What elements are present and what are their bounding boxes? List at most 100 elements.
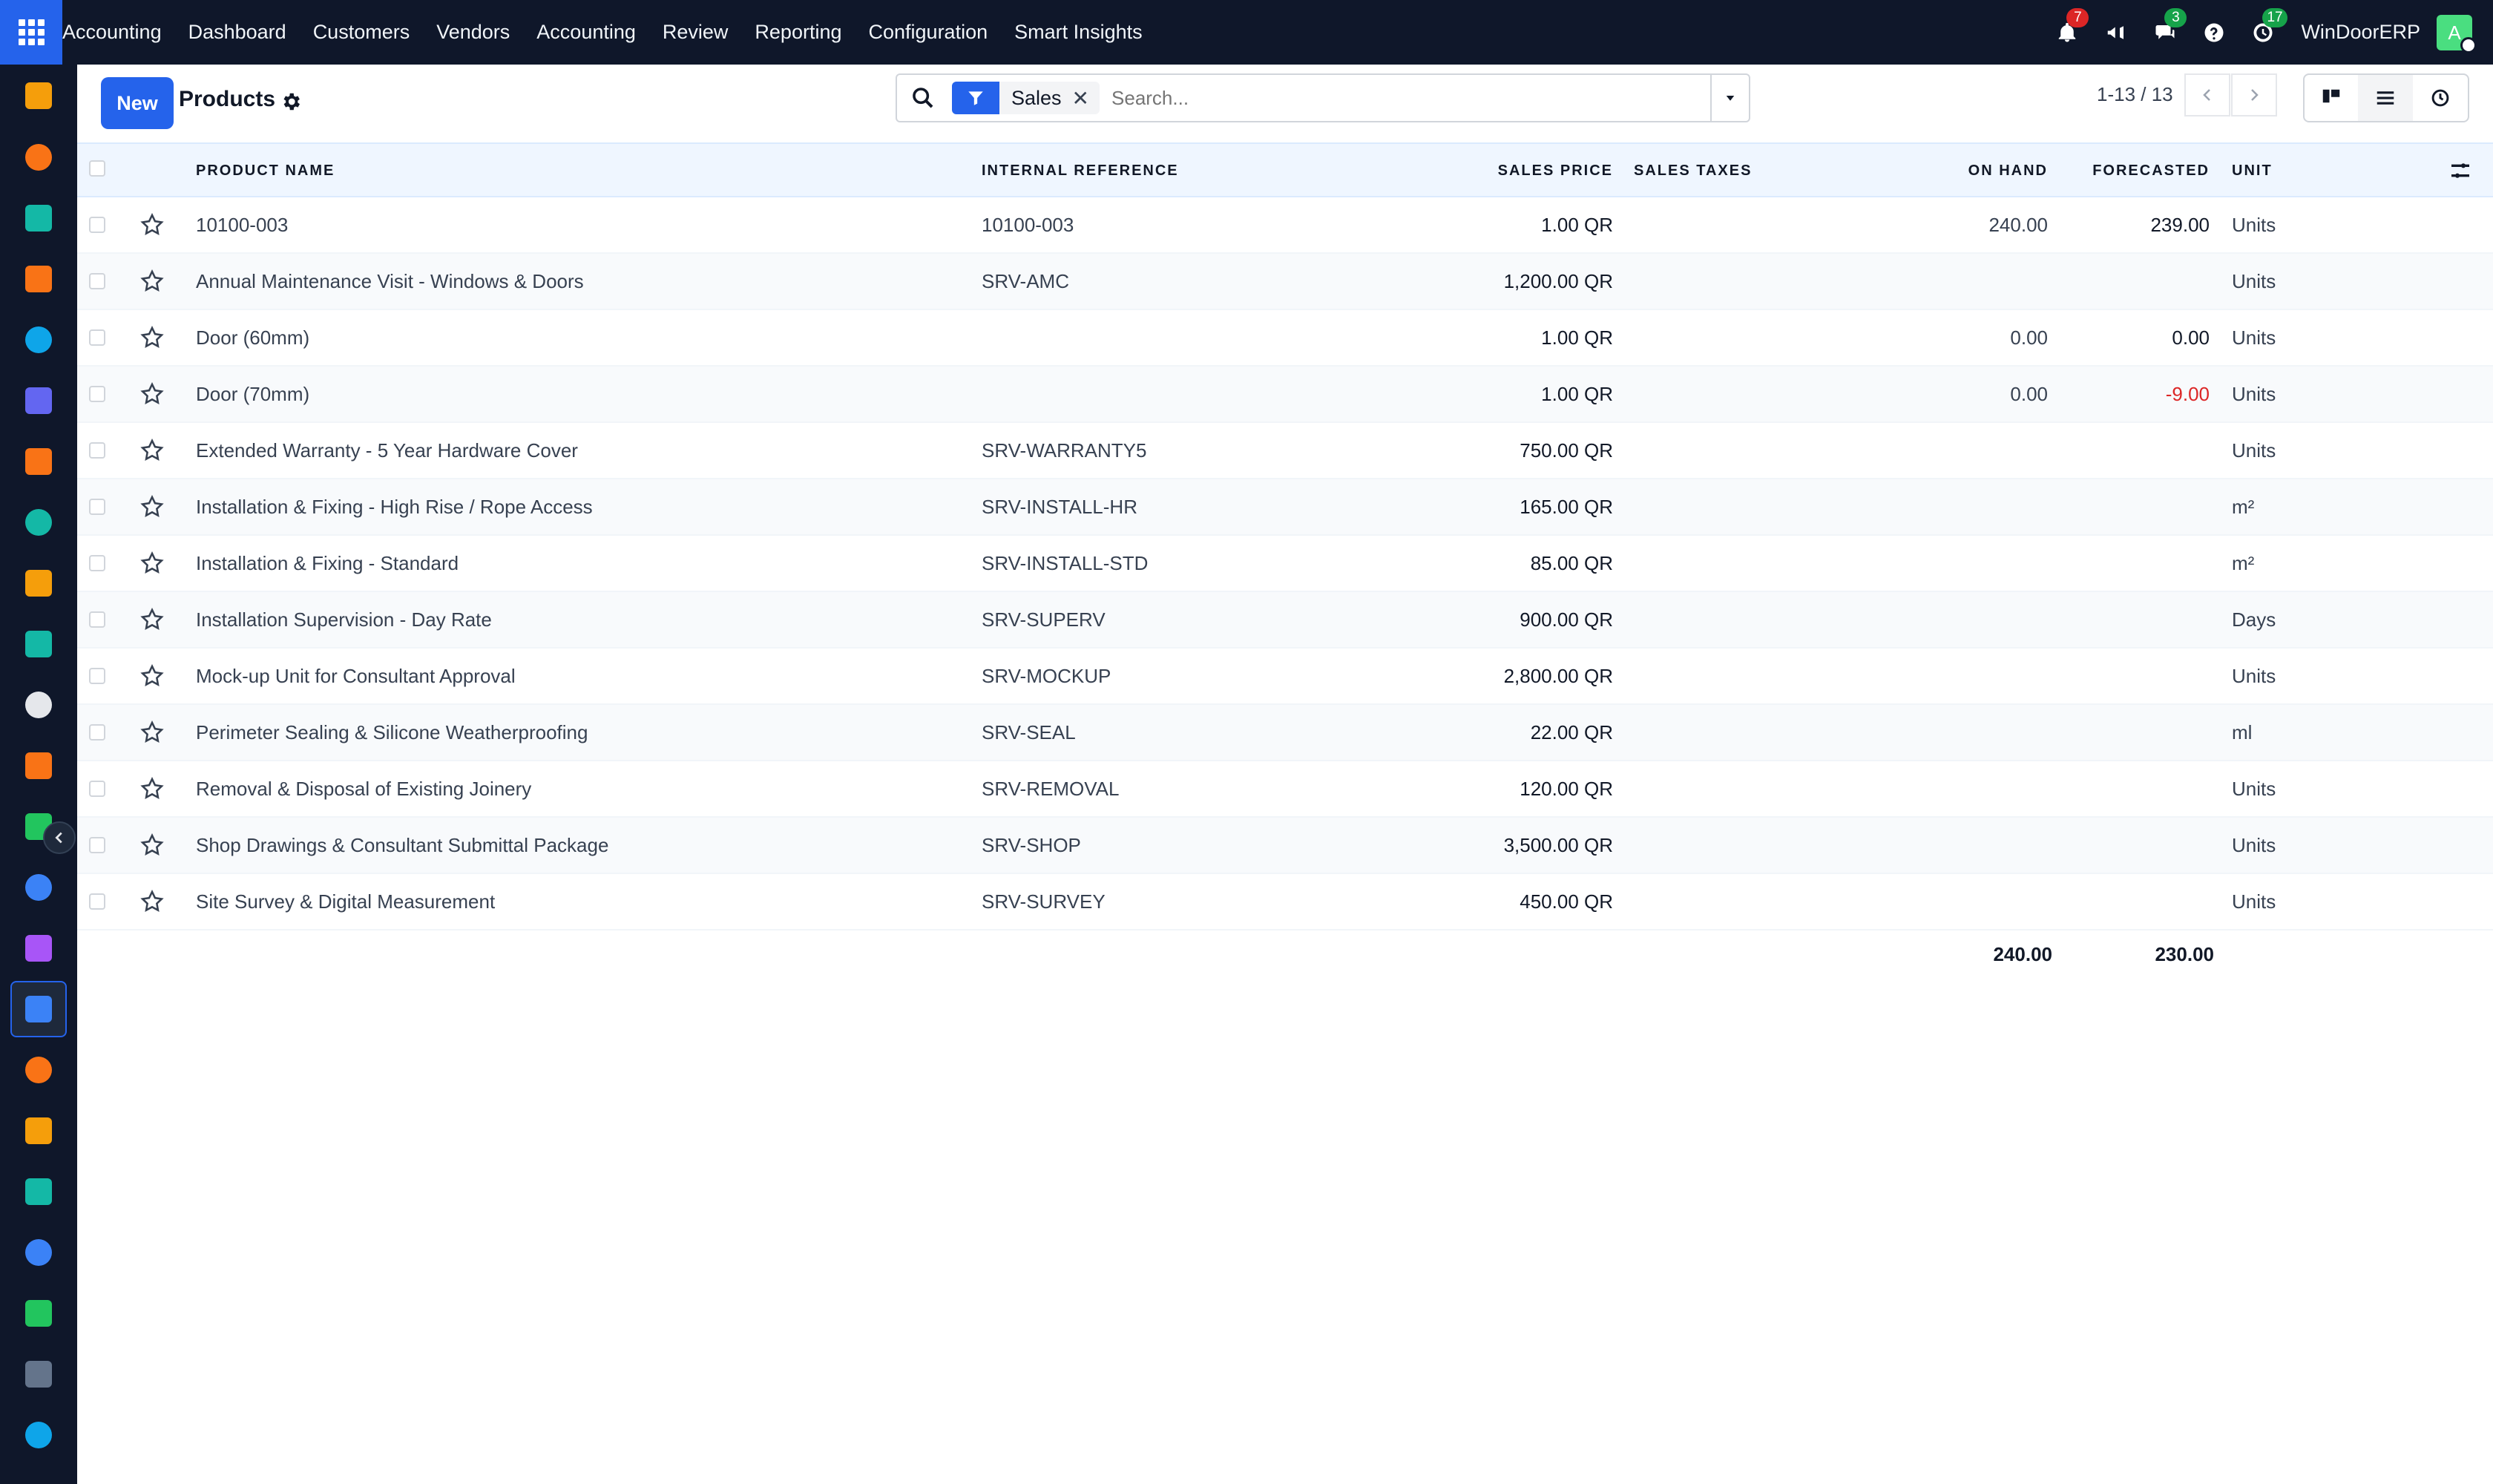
menu-item-customers[interactable]: Customers	[300, 0, 424, 65]
favorite-star-icon[interactable]	[139, 212, 165, 237]
sidebar-app-7[interactable]	[10, 433, 67, 490]
row-checkbox[interactable]	[89, 781, 105, 797]
row-checkbox[interactable]	[89, 386, 105, 402]
favorite-star-icon[interactable]	[139, 776, 165, 801]
row-checkbox[interactable]	[89, 273, 105, 289]
row-checkbox[interactable]	[89, 217, 105, 233]
column-header-on-hand[interactable]: On Hand	[1858, 144, 2048, 197]
favorite-star-icon[interactable]	[139, 720, 165, 745]
menu-item-reporting[interactable]: Reporting	[741, 0, 855, 65]
column-header-sales-taxes[interactable]: Sales Taxes	[1634, 144, 1752, 197]
app-menu-button[interactable]	[0, 0, 62, 65]
user-avatar[interactable]: A	[2437, 14, 2477, 53]
activity-view-button[interactable]	[2413, 73, 2469, 122]
favorite-star-icon[interactable]	[139, 889, 165, 914]
row-checkbox[interactable]	[89, 499, 105, 515]
table-row[interactable]: Annual Maintenance Visit - Windows & Doo…	[77, 254, 2493, 310]
favorite-star-icon[interactable]	[139, 269, 165, 294]
table-row[interactable]: Perimeter Sealing & Silicone Weatherproo…	[77, 705, 2493, 761]
pager-value[interactable]: 1-13 / 13	[2097, 83, 2173, 106]
table-row[interactable]: Installation Supervision - Day Rate SRV-S…	[77, 592, 2493, 649]
favorite-star-icon[interactable]	[139, 438, 165, 463]
row-checkbox[interactable]	[89, 555, 105, 571]
table-row[interactable]: Door (60mm) 1.00 QR 0.00 0.00 Units	[77, 310, 2493, 367]
favorite-star-icon[interactable]	[139, 663, 165, 689]
sidebar-app-21[interactable]	[10, 1285, 67, 1342]
table-row[interactable]: Removal & Disposal of Existing Joinery SR…	[77, 761, 2493, 818]
facet-remove-button[interactable]: ✕	[1072, 86, 1100, 111]
sidebar-app-2[interactable]	[10, 129, 67, 186]
sidebar-app-8[interactable]	[10, 494, 67, 551]
row-checkbox[interactable]	[89, 329, 105, 346]
sidebar-app-18[interactable]	[10, 1103, 67, 1159]
sidebar-app-17[interactable]	[10, 1042, 67, 1098]
list-view-button[interactable]	[2358, 73, 2414, 122]
reporting-icon	[25, 570, 52, 597]
search-input[interactable]	[1111, 86, 1710, 110]
kanban-view-button[interactable]	[2303, 73, 2359, 122]
sidebar-app-6[interactable]	[10, 372, 67, 429]
app-brand-accounting[interactable]: Accounting	[62, 0, 175, 65]
menu-item-dashboard[interactable]: Dashboard	[175, 0, 300, 65]
favorite-star-icon[interactable]	[139, 607, 165, 632]
pager-previous-button[interactable]	[2184, 73, 2230, 116]
notifications-button[interactable]: 7	[2053, 7, 2089, 47]
menu-item-smart-insights[interactable]: Smart Insights	[1001, 0, 1156, 65]
company-switcher[interactable]: WinDoorERP	[2301, 21, 2420, 44]
table-row[interactable]: Extended Warranty - 5 Year Hardware Cove…	[77, 423, 2493, 479]
row-checkbox[interactable]	[89, 724, 105, 741]
sidebar-app-23[interactable]	[10, 1407, 67, 1463]
favorite-star-icon[interactable]	[139, 551, 165, 576]
row-checkbox[interactable]	[89, 893, 105, 910]
announcements-button[interactable]	[2102, 19, 2130, 47]
row-checkbox[interactable]	[89, 611, 105, 628]
table-row[interactable]: Door (70mm) 1.00 QR 0.00 -9.00 Units	[77, 367, 2493, 423]
new-button[interactable]: New	[101, 77, 174, 129]
sidebar-app-16[interactable]	[10, 981, 67, 1037]
sidebar-app-20[interactable]	[10, 1224, 67, 1281]
column-header-product-name[interactable]: Product Name	[196, 144, 335, 197]
collapse-sidebar-button[interactable]	[43, 821, 76, 854]
table-row[interactable]: Mock-up Unit for Consultant Approval SRV-…	[77, 649, 2493, 705]
optional-columns-icon[interactable]	[2448, 159, 2472, 183]
favorite-star-icon[interactable]	[139, 325, 165, 350]
activities-button[interactable]: 17	[2249, 7, 2287, 47]
sidebar-app-3[interactable]	[10, 190, 67, 246]
sidebar-app-15[interactable]	[10, 920, 67, 976]
column-header-unit[interactable]: Unit	[2155, 144, 2273, 197]
search-icon[interactable]	[910, 85, 936, 111]
menu-item-review[interactable]: Review	[649, 0, 742, 65]
sidebar-app-5[interactable]	[10, 312, 67, 368]
table-row[interactable]: 10100-003 10100-003 1.00 QR 240.00 239.00 Uni…	[77, 197, 2493, 254]
sidebar-app-4[interactable]	[10, 251, 67, 307]
sidebar-app-14[interactable]	[10, 859, 67, 916]
favorite-star-icon[interactable]	[139, 381, 165, 407]
menu-item-configuration[interactable]: Configuration	[855, 0, 1002, 65]
table-row[interactable]: Site Survey & Digital Measurement SRV-SUR…	[77, 874, 2493, 930]
row-checkbox[interactable]	[89, 668, 105, 684]
sidebar-app-22[interactable]	[10, 1346, 67, 1402]
search-options-toggle[interactable]	[1710, 75, 1749, 121]
table-row[interactable]: Installation & Fixing - High Rise / Rope…	[77, 479, 2493, 536]
row-checkbox[interactable]	[89, 837, 105, 853]
sidebar-app-9[interactable]	[10, 555, 67, 611]
table-row[interactable]: Shop Drawings & Consultant Submittal Pac…	[77, 818, 2493, 874]
favorite-star-icon[interactable]	[139, 494, 165, 519]
sidebar-app-19[interactable]	[10, 1163, 67, 1220]
favorite-star-icon[interactable]	[139, 833, 165, 858]
row-checkbox[interactable]	[89, 442, 105, 459]
pager-next-button[interactable]	[2231, 73, 2277, 116]
sidebar-app-11[interactable]	[10, 677, 67, 733]
sidebar-app-12[interactable]	[10, 738, 67, 794]
menu-item-accounting[interactable]: Accounting	[523, 0, 649, 65]
column-header-sales-price[interactable]: Sales Price	[1376, 144, 1613, 197]
menu-item-vendors[interactable]: Vendors	[423, 0, 523, 65]
sidebar-app-1[interactable]	[10, 68, 67, 124]
sidebar-app-10[interactable]	[10, 616, 67, 672]
column-header-internal-reference[interactable]: Internal Reference	[982, 144, 1179, 197]
select-all-checkbox[interactable]	[89, 160, 105, 177]
help-button[interactable]	[2200, 19, 2228, 47]
table-row[interactable]: Installation & Fixing - Standard SRV-INST…	[77, 536, 2493, 592]
gear-icon[interactable]	[280, 91, 302, 113]
messages-button[interactable]: 3	[2151, 7, 2187, 47]
